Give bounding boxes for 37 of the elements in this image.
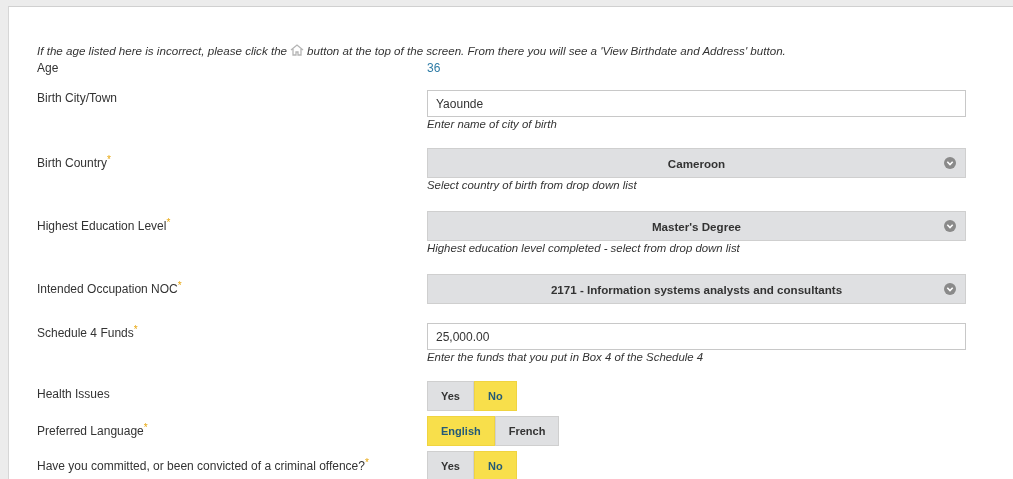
chevron-down-icon: [944, 283, 956, 295]
notice-text: If the age listed here is incorrect, please click the: [37, 44, 288, 57]
age-value: 36: [427, 61, 441, 75]
field-label: Have you committed, or been convicted of a criminal offence?: [37, 459, 365, 473]
chevron-down-icon: [944, 157, 956, 169]
field-label: Intended Occupation NOC: [37, 282, 178, 296]
field-label: Schedule 4 Funds: [37, 326, 134, 340]
required-mark: *: [364, 457, 369, 468]
toggle-option[interactable]: French: [494, 416, 560, 446]
toggle-option[interactable]: Yes: [427, 451, 474, 479]
required-mark: *: [166, 217, 171, 228]
toggle-option[interactable]: Yes: [427, 381, 474, 411]
toggle-option[interactable]: No: [473, 381, 517, 411]
toggle-option[interactable]: English: [427, 416, 495, 446]
required-mark: *: [133, 324, 138, 335]
field-hint: Enter the funds that you put in Box 4 of the Schedule 4: [427, 350, 704, 364]
chevron-down-icon: [944, 220, 956, 232]
field-label: Birth Country: [37, 156, 108, 170]
field-label: Preferred Language: [37, 424, 144, 438]
home-icon: [290, 44, 305, 56]
input-field[interactable]: Yaounde: [427, 90, 966, 117]
toggle-option[interactable]: No: [473, 451, 517, 479]
field-hint: Select country of birth from drop down list: [427, 178, 637, 192]
input-field[interactable]: 25,000.00: [427, 323, 966, 350]
field-hint: Highest education level completed - select from drop down list: [427, 241, 740, 255]
required-mark: *: [107, 154, 111, 165]
field-label: Health Issues: [37, 387, 110, 401]
field-label: Age: [37, 61, 59, 75]
required-mark: *: [143, 422, 148, 433]
field-hint: Enter name of city of birth: [427, 117, 557, 131]
notice-text: button at the top of the screen. From there you will see a 'View Birthdate and Address' button.: [307, 44, 786, 57]
dropdown[interactable]: Master's Degree: [427, 211, 966, 241]
field-label: Birth City/Town: [37, 91, 118, 105]
dropdown[interactable]: 2171 - Information systems analysts and consultants: [427, 274, 966, 304]
dropdown[interactable]: Cameroon: [427, 148, 966, 178]
field-label: Highest Education Level: [37, 219, 167, 233]
required-mark: *: [177, 280, 182, 291]
